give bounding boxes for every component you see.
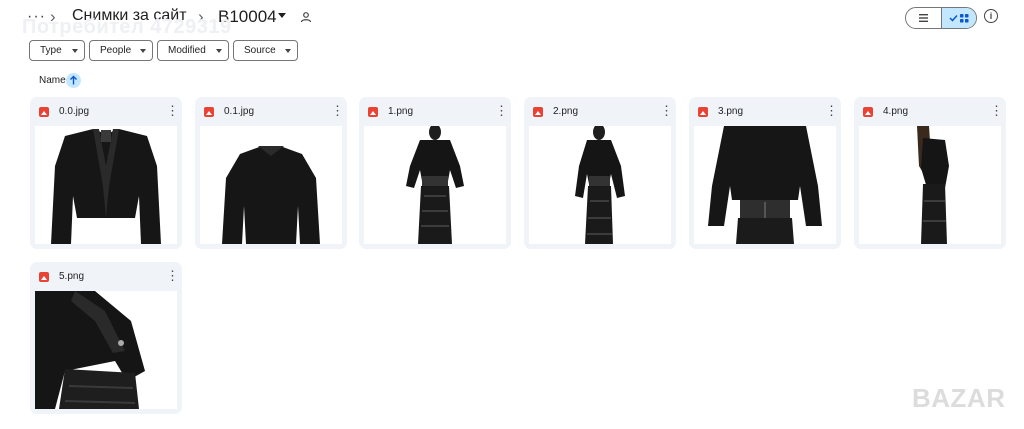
file-name: 4.png bbox=[883, 106, 909, 117]
shared-folder-icon bbox=[300, 12, 312, 23]
file-thumbnail bbox=[200, 126, 342, 244]
filter-people[interactable]: People bbox=[89, 40, 153, 61]
image-file-icon bbox=[863, 107, 873, 117]
more-options-icon[interactable]: ⋮ bbox=[166, 104, 179, 118]
chevron-down-icon bbox=[140, 49, 146, 53]
file-name: 3.png bbox=[718, 106, 744, 117]
more-options-icon[interactable]: ⋮ bbox=[495, 104, 508, 118]
image-file-icon bbox=[533, 107, 543, 117]
file-thumbnail bbox=[35, 126, 177, 244]
file-name: 0.0.jpg bbox=[59, 106, 90, 117]
file-card[interactable]: 2.png ⋮ bbox=[524, 97, 676, 249]
file-name: 2.png bbox=[553, 106, 579, 117]
list-icon bbox=[919, 14, 928, 22]
user-watermark: Потребител 4729319 bbox=[22, 16, 232, 38]
chevron-down-icon bbox=[285, 49, 291, 53]
file-card[interactable]: 0.0.jpg ⋮ bbox=[30, 97, 182, 249]
file-name: 1.png bbox=[388, 106, 414, 117]
filter-modified-label: Modified bbox=[168, 45, 206, 56]
image-file-icon bbox=[204, 107, 214, 117]
grid-view-button[interactable] bbox=[941, 8, 976, 28]
filter-source-label: Source bbox=[244, 45, 276, 56]
filter-source[interactable]: Source bbox=[233, 40, 298, 61]
chevron-down-icon[interactable] bbox=[278, 13, 286, 18]
model-back-thumbnail bbox=[708, 126, 822, 244]
bazar-watermark-logo: BAZAR bbox=[912, 383, 1006, 413]
model-profile-thumbnail bbox=[917, 126, 949, 244]
more-options-icon[interactable]: ⋮ bbox=[166, 269, 179, 283]
chevron-down-icon bbox=[216, 49, 222, 53]
file-thumbnail bbox=[364, 126, 506, 244]
file-name: 5.png bbox=[59, 271, 85, 282]
jacket-detail-thumbnail bbox=[35, 291, 145, 409]
jacket-front-thumbnail bbox=[51, 129, 161, 244]
check-grid-icon bbox=[949, 14, 969, 23]
file-card[interactable]: 5.png ⋮ bbox=[30, 262, 182, 414]
more-options-icon[interactable]: ⋮ bbox=[660, 104, 673, 118]
file-card[interactable]: 3.png ⋮ bbox=[689, 97, 841, 249]
arrow-up-icon bbox=[70, 75, 77, 85]
sort-by-name[interactable]: Name bbox=[39, 75, 66, 86]
model-side-thumbnail bbox=[575, 126, 625, 244]
file-card[interactable]: 1.png ⋮ bbox=[359, 97, 511, 249]
info-icon[interactable]: i bbox=[984, 9, 998, 23]
image-file-icon bbox=[698, 107, 708, 117]
file-name: 0.1.jpg bbox=[224, 106, 255, 117]
sort-direction-button[interactable] bbox=[66, 73, 81, 88]
file-card[interactable]: 0.1.jpg ⋮ bbox=[195, 97, 347, 249]
image-file-icon bbox=[368, 107, 378, 117]
list-view-button[interactable] bbox=[906, 8, 941, 28]
filter-type-label: Type bbox=[40, 45, 62, 56]
file-thumbnail bbox=[694, 126, 836, 244]
more-options-icon[interactable]: ⋮ bbox=[825, 104, 838, 118]
more-options-icon[interactable]: ⋮ bbox=[331, 104, 344, 118]
filter-modified[interactable]: Modified bbox=[157, 40, 229, 61]
filter-people-label: People bbox=[100, 45, 132, 56]
image-file-icon bbox=[39, 107, 49, 117]
file-thumbnail bbox=[529, 126, 671, 244]
view-toggle bbox=[905, 7, 977, 29]
chevron-down-icon bbox=[72, 49, 78, 53]
file-card[interactable]: 4.png ⋮ bbox=[854, 97, 1006, 249]
filter-type[interactable]: Type bbox=[29, 40, 85, 61]
more-options-icon[interactable]: ⋮ bbox=[990, 104, 1003, 118]
file-thumbnail bbox=[35, 291, 177, 409]
image-file-icon bbox=[39, 272, 49, 282]
model-front-thumbnail bbox=[406, 126, 464, 244]
jacket-back-thumbnail bbox=[222, 146, 320, 244]
file-thumbnail bbox=[859, 126, 1001, 244]
